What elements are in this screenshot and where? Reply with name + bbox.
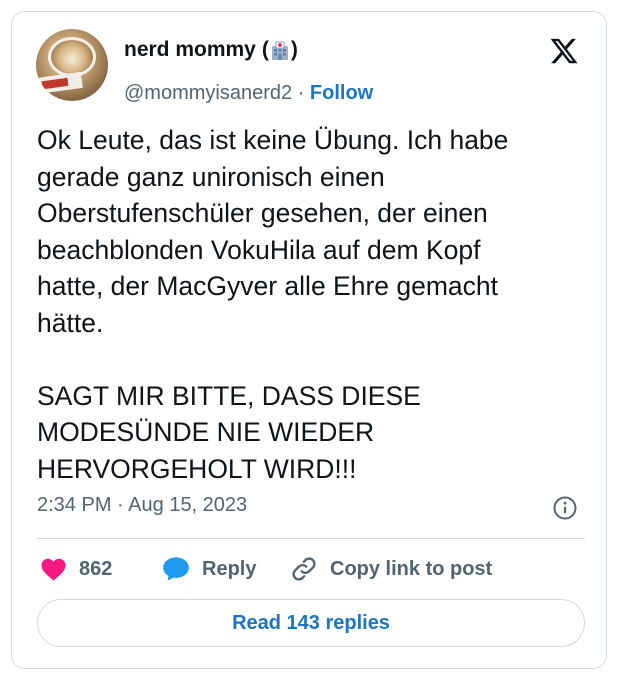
tweet-text: Ok Leute, das ist keine Übung. Ich habe … <box>37 125 509 484</box>
follow-button[interactable]: Follow <box>310 82 373 104</box>
timestamp-separator: · <box>117 494 124 516</box>
author-name-paren-open: ( <box>261 38 269 61</box>
info-icon[interactable] <box>552 495 578 521</box>
reply-label: Reply <box>202 557 257 580</box>
divider <box>37 538 585 539</box>
heart-icon <box>41 558 66 581</box>
x-logo-icon[interactable] <box>549 36 579 66</box>
avatar[interactable] <box>36 29 108 101</box>
avatar-chocolate-bar <box>36 71 83 95</box>
like-count: 862 <box>79 557 113 580</box>
reply-bubble-icon <box>163 557 189 581</box>
author-meta: @mommyisanerd2 · Follow <box>124 82 373 105</box>
tweet-card: nerd mommy ( ) @mommyisanerd2 · Follow O… <box>11 11 607 669</box>
tweet-date: Aug 15, 2023 <box>128 494 248 516</box>
like-button[interactable]: 862 <box>40 552 112 586</box>
reply-button[interactable]: Reply <box>162 552 256 586</box>
author-name-text: nerd mommy <box>124 38 256 61</box>
link-icon <box>292 557 316 581</box>
avatar-coffee-cup <box>48 37 96 77</box>
author-name-paren-close: ) <box>290 38 298 61</box>
author-handle[interactable]: @mommyisanerd2 <box>124 82 292 104</box>
tweet-timestamp[interactable]: 2:34 PM · Aug 15, 2023 <box>37 494 247 517</box>
tweet-time: 2:34 PM <box>37 494 112 516</box>
meta-separator: · <box>297 82 305 104</box>
author-name[interactable]: nerd mommy ( ) <box>124 38 298 62</box>
hospital-icon <box>270 41 290 61</box>
copy-link-button[interactable]: Copy link to post <box>290 552 492 586</box>
copy-link-label: Copy link to post <box>330 557 493 580</box>
read-replies-button[interactable]: Read 143 replies <box>37 599 585 647</box>
